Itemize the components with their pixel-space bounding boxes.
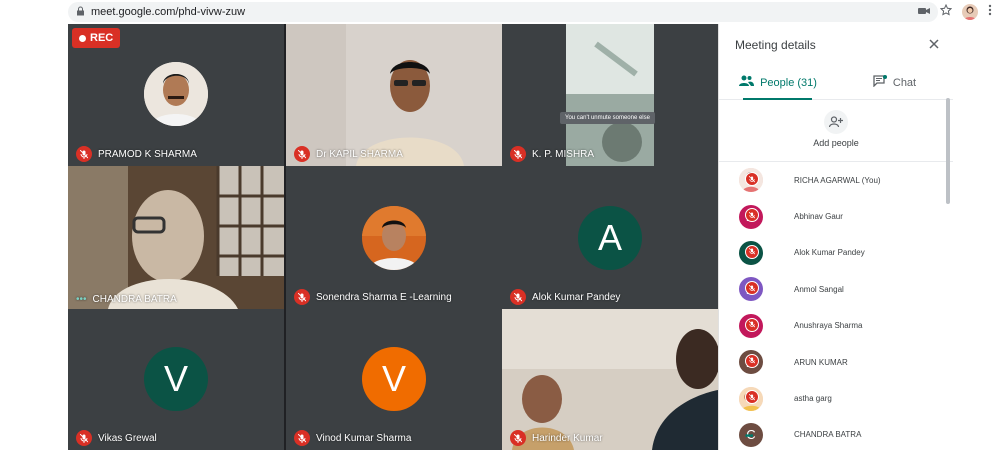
lock-icon [76, 6, 85, 19]
participant-tile[interactable]: Harinder Kumar [502, 309, 718, 450]
bookmark-star-icon[interactable] [939, 3, 953, 21]
mic-off-icon [745, 317, 759, 332]
participant-tile[interactable]: REC PRAMOD K SHARMA [68, 24, 284, 166]
tab-people[interactable]: People (31) [719, 66, 836, 100]
participant-tile[interactable]: You can't unmute someone else K. P. MISH… [502, 24, 718, 166]
participant-name: K. P. MISHRA [510, 146, 594, 162]
people-icon [738, 75, 755, 90]
participant-video [286, 24, 502, 166]
letter-avatar: A [578, 206, 642, 270]
add-person-icon [824, 110, 848, 134]
participant-tile[interactable]: ••• CHANDRA BATRA [68, 166, 284, 309]
mic-off-icon [294, 146, 310, 162]
meeting-details-panel: Meeting details People (31) Chat Add peo… [718, 24, 953, 453]
participant-name: Harinder Kumar [510, 430, 603, 446]
add-people-button[interactable]: Add people [719, 110, 953, 162]
list-item[interactable]: A Alok Kumar Pandey [719, 235, 945, 271]
mic-off-icon [510, 146, 526, 162]
letter-avatar: V [144, 347, 208, 411]
participant-name: Sonendra Sharma E -Learning [294, 289, 452, 305]
participant-name: Dr KAPIL SHARMA [294, 146, 403, 162]
participant-photo [362, 206, 426, 270]
mic-off-icon [745, 172, 759, 186]
unmute-tooltip: You can't unmute someone else [560, 112, 655, 124]
participant-video [566, 24, 654, 166]
profile-avatar[interactable] [962, 4, 978, 20]
participant-video [68, 166, 284, 309]
speaking-dots-icon: ••• [76, 294, 87, 305]
participant-tile[interactable]: A Alok Kumar Pandey [502, 166, 718, 309]
list-item[interactable]: A ARUN KUMAR [719, 344, 945, 380]
participant-name: Vikas Grewal [76, 430, 157, 446]
list-item[interactable]: A Abhinav Gaur [719, 198, 945, 234]
close-icon[interactable] [926, 36, 942, 52]
participant-tile[interactable]: V Vinod Kumar Sharma [286, 309, 502, 450]
browser-actions [918, 2, 992, 22]
letter-avatar: V [362, 347, 426, 411]
people-list: RICHA AGARWAL (You) A Abhinav Gaur A Alo… [719, 162, 945, 453]
menu-kebab-icon[interactable] [988, 3, 992, 21]
list-item[interactable]: RICHA AGARWAL (You) [719, 162, 945, 198]
speaking-dots-icon: ••• [745, 430, 753, 442]
mic-off-icon [510, 289, 526, 305]
list-item[interactable]: C ••• CHANDRA BATRA [719, 417, 945, 453]
list-item[interactable]: A Anmol Sangal [719, 271, 945, 307]
record-dot-icon [79, 34, 86, 42]
mic-off-icon [76, 430, 92, 446]
address-bar[interactable]: meet.google.com/phd-vivw-zuw [68, 2, 938, 22]
participant-tile[interactable]: V Vikas Grewal [68, 309, 284, 450]
list-item[interactable]: A Anushraya Sharma [719, 308, 945, 344]
url-text: meet.google.com/phd-vivw-zuw [91, 6, 246, 18]
camera-icon[interactable] [918, 3, 930, 21]
participant-photo [144, 62, 208, 126]
mic-off-icon [745, 244, 759, 259]
panel-title: Meeting details [735, 38, 816, 52]
panel-tabs: People (31) Chat [719, 66, 953, 100]
tab-chat[interactable]: Chat [836, 66, 953, 99]
panel-scrollbar[interactable] [946, 98, 950, 204]
participant-video [502, 309, 718, 450]
video-grid: REC PRAMOD K SHARMA Dr KAPIL SHARMA You … [68, 24, 718, 450]
recording-badge: REC [72, 28, 121, 48]
mic-off-icon [294, 289, 310, 305]
participant-name: Vinod Kumar Sharma [294, 430, 411, 446]
mic-off-icon [745, 353, 759, 368]
participant-name: PRAMOD K SHARMA [76, 146, 197, 162]
chat-icon [873, 75, 887, 90]
participant-name: ••• CHANDRA BATRA [76, 294, 177, 305]
mic-off-icon [294, 430, 310, 446]
list-item[interactable]: astha garg [719, 380, 945, 416]
participant-tile[interactable]: Sonendra Sharma E -Learning [286, 166, 502, 309]
participant-name: Alok Kumar Pandey [510, 289, 620, 305]
participant-tile[interactable]: Dr KAPIL SHARMA [286, 24, 502, 166]
mic-off-icon [76, 146, 92, 162]
mic-off-icon [510, 430, 526, 446]
